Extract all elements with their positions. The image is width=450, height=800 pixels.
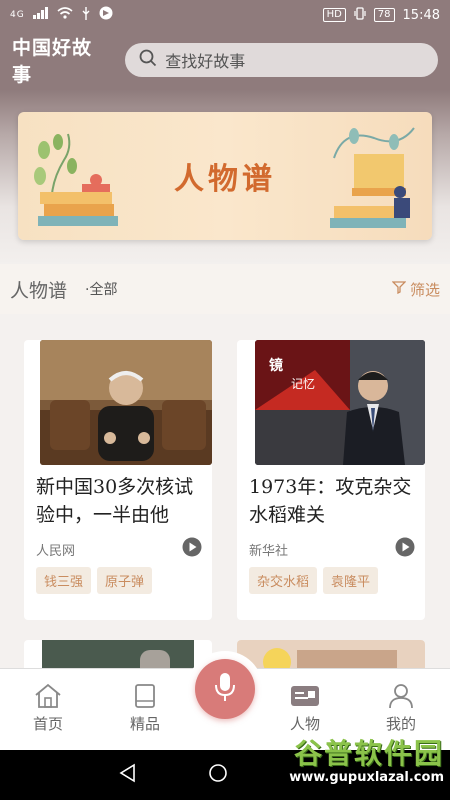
voice-button[interactable] xyxy=(195,659,255,719)
search-placeholder: 查找好故事 xyxy=(165,52,246,71)
tab-featured[interactable]: 精品 xyxy=(110,683,180,734)
home-circle-icon[interactable] xyxy=(208,763,228,787)
photo-caption-jiyi: 记忆 xyxy=(291,377,315,391)
banner[interactable]: 人物谱 xyxy=(18,112,432,240)
hd-badge: HD xyxy=(322,8,346,22)
filter-icon xyxy=(391,280,407,298)
network-type: 4G xyxy=(10,10,25,20)
filter-button[interactable]: 筛选 xyxy=(391,279,440,300)
story-card[interactable]: 新中国30多次核试验中，一半由他 人民网 钱三强 原子弹 xyxy=(24,340,212,620)
tab-home[interactable]: 首页 xyxy=(13,683,83,734)
story-source: 新华社 xyxy=(249,544,289,559)
watermark: 谷普软件园 www.gupuxlazal.com xyxy=(289,732,444,785)
section-title: 人物谱 xyxy=(10,279,68,302)
app-title: 中国好故事 xyxy=(12,37,93,86)
microphone-icon xyxy=(213,671,237,707)
banner-right-illustration xyxy=(330,127,415,228)
play-icon[interactable] xyxy=(395,537,415,561)
story-photo xyxy=(40,340,212,465)
usb-icon xyxy=(81,6,91,24)
story-title: 新中国30多次核试验中，一半由他 xyxy=(36,476,194,526)
app-header: 中国好故事 查找好故事 xyxy=(0,30,450,90)
tab-home-label: 首页 xyxy=(32,715,63,733)
book-icon xyxy=(110,683,180,709)
tab-featured-label: 精品 xyxy=(129,715,160,733)
search-icon xyxy=(139,49,165,71)
story-source: 人民网 xyxy=(36,544,76,559)
status-bar: 4G HD 78 15:48 xyxy=(0,0,450,30)
tag[interactable]: 袁隆平 xyxy=(323,567,379,594)
signal-icon xyxy=(32,7,49,23)
filter-label: 筛选 xyxy=(409,280,440,299)
tab-mine-label: 我的 xyxy=(385,715,416,733)
tab-people[interactable]: 人物 xyxy=(270,683,340,734)
search-bar[interactable]: 查找好故事 xyxy=(125,43,438,77)
back-icon[interactable] xyxy=(118,763,138,787)
category-selector[interactable]: ·全部 xyxy=(85,279,117,299)
story-card[interactable]: 镜 记忆 1973年：攻克杂交水稻难关 新华社 杂交水稻 袁隆平 xyxy=(237,340,425,620)
vibrate-icon xyxy=(354,6,366,24)
tag[interactable]: 原子弹 xyxy=(97,567,153,594)
watermark-url: www.gupuxlazal.com xyxy=(289,770,444,785)
watermark-text: 谷普软件园 xyxy=(293,737,444,770)
tab-people-label: 人物 xyxy=(289,715,320,733)
voice-button-wrap xyxy=(187,651,263,727)
battery-level: 78 xyxy=(373,8,395,22)
tag-list: 钱三强 原子弹 xyxy=(36,567,153,594)
app-notification-icon xyxy=(99,6,113,24)
home-icon xyxy=(13,683,83,709)
photo-caption-jing: 镜 xyxy=(269,357,283,374)
tab-mine[interactable]: 我的 xyxy=(366,683,436,734)
section-header: 人物谱 ·全部 筛选 xyxy=(0,264,450,314)
story-photo: 镜 记忆 xyxy=(255,340,425,465)
tag-list: 杂交水稻 袁隆平 xyxy=(249,567,379,594)
clock: 15:48 xyxy=(402,7,440,23)
id-card-icon xyxy=(270,683,340,709)
tag[interactable]: 钱三强 xyxy=(36,567,92,594)
tag[interactable]: 杂交水稻 xyxy=(249,567,318,594)
play-icon[interactable] xyxy=(182,537,202,561)
user-icon xyxy=(366,683,436,709)
story-title: 1973年：攻克杂交水稻难关 xyxy=(249,476,412,526)
wifi-icon xyxy=(57,7,73,23)
